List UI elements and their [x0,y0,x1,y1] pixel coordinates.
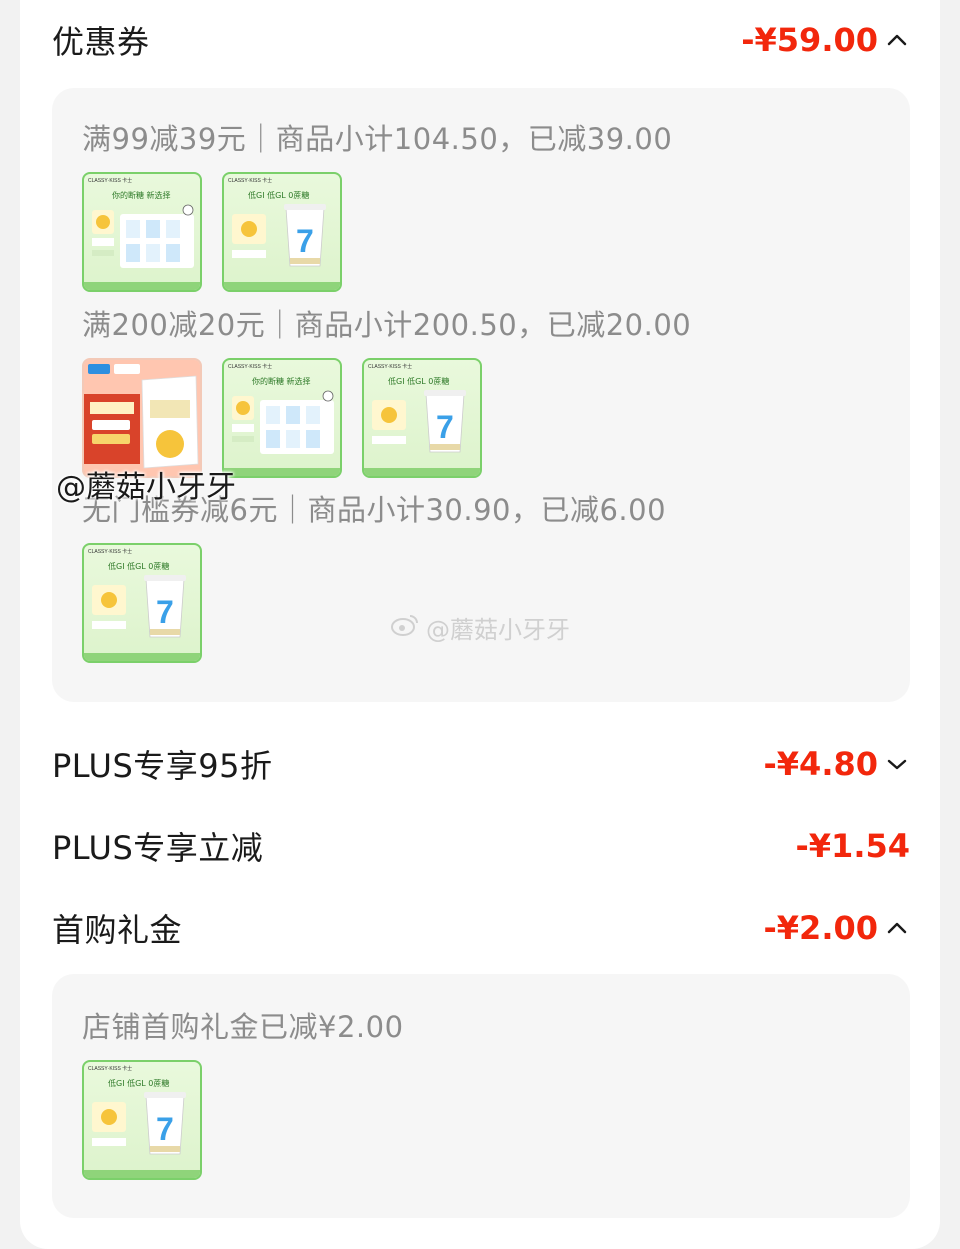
plus-instant-amount-group: -¥1.54 [796,827,911,865]
product-thumbnail-yogurt-cup[interactable]: CLASSY·KISS 卡士 低GI 低GL 0蔗糖 7 [362,358,482,478]
plus-discount-amount-group[interactable]: -¥4.80 [764,745,911,783]
chevron-down-icon[interactable] [884,754,910,774]
brand-label: CLASSY·KISS 卡士 [228,177,272,184]
coupon-rule-1: 满99减39元｜商品小计104.50，已减39.00 [82,122,673,156]
weibo-icon [390,613,420,643]
slogan-label: 低GI 低GL 0蔗糖 [388,376,449,386]
plus-instant-amount: -¥1.54 [795,827,911,865]
coupon-rule-1-products: CLASSY·KISS 卡士 你的断糖 新选择 CLASSY·KISS 卡士 低… [82,172,342,292]
plus-discount-amount: -¥4.80 [763,745,879,783]
first-purchase-products: CLASSY·KISS 卡士 低GI 低GL 0蔗糖 7 [82,1060,202,1180]
first-purchase-amount: -¥2.00 [763,909,879,947]
product-thumbnail-yogurt-pack[interactable]: CLASSY·KISS 卡士 你的断糖 新选择 [82,172,202,292]
product-thumbnail-yogurt-pack[interactable]: CLASSY·KISS 卡士 你的断糖 新选择 [222,358,342,478]
product-thumbnail-yogurt-cup[interactable]: CLASSY·KISS 卡士 低GI 低GL 0蔗糖 7 [82,543,202,663]
product-thumbnail-yogurt-cup[interactable]: CLASSY·KISS 卡士 低GI 低GL 0蔗糖 7 [222,172,342,292]
coupon-rule-2: 满200减20元｜商品小计200.50，已减20.00 [82,308,692,342]
first-purchase-detail: 店铺首购礼金已减¥2.00 [82,1010,404,1044]
product-thumbnail-yogurt-cup[interactable]: CLASSY·KISS 卡士 低GI 低GL 0蔗糖 7 [82,1060,202,1180]
weibo-watermark: @蘑菇小牙牙 [390,610,570,645]
brand-label: CLASSY·KISS 卡士 [228,363,272,370]
plus-discount-row[interactable]: PLUS专享95折 -¥4.80 [52,734,910,794]
plus-instant-row: PLUS专享立减 -¥1.54 [52,816,910,876]
plus-instant-title: PLUS专享立减 [52,829,264,867]
first-purchase-title: 首购礼金 [52,911,183,949]
chevron-up-icon[interactable] [884,918,910,938]
slogan-label: 低GI 低GL 0蔗糖 [108,561,169,571]
slogan-label: 你的断糖 新选择 [252,376,311,386]
weibo-watermark-text: @蘑菇小牙牙 [426,616,570,644]
brand-label: CLASSY·KISS 卡士 [88,1065,132,1072]
plus-discount-title: PLUS专享95折 [52,747,273,785]
first-purchase-row[interactable]: 首购礼金 -¥2.00 [52,898,910,958]
brand-label: CLASSY·KISS 卡士 [368,363,412,370]
first-purchase-amount-group[interactable]: -¥2.00 [764,909,911,947]
brand-label: CLASSY·KISS 卡士 [88,177,132,184]
coupon-rule-2-products: CLASSY·KISS 卡士 你的断糖 新选择 CLASSY·KISS 卡士 低… [82,358,482,478]
coupon-rule-3-products: CLASSY·KISS 卡士 低GI 低GL 0蔗糖 7 [82,543,202,663]
coupon-amount-group[interactable]: -¥59.00 [741,21,910,59]
chevron-up-icon[interactable] [884,30,910,50]
cup-number: 7 [156,1111,174,1147]
slogan-label: 低GI 低GL 0蔗糖 [108,1078,169,1088]
product-thumbnail-snack-bag[interactable] [82,358,202,478]
brand-label: CLASSY·KISS 卡士 [88,548,132,555]
user-watermark: @蘑菇小牙牙 [56,470,236,505]
coupon-amount: -¥59.00 [741,21,878,59]
slogan-label: 低GI 低GL 0蔗糖 [248,190,309,200]
coupon-title: 优惠券 [52,23,150,61]
cup-number: 7 [436,409,454,445]
coupon-row[interactable]: 优惠券 -¥59.00 [52,10,910,70]
slogan-label: 你的断糖 新选择 [112,190,171,200]
cup-number: 7 [296,223,314,259]
cup-number: 7 [156,594,174,630]
